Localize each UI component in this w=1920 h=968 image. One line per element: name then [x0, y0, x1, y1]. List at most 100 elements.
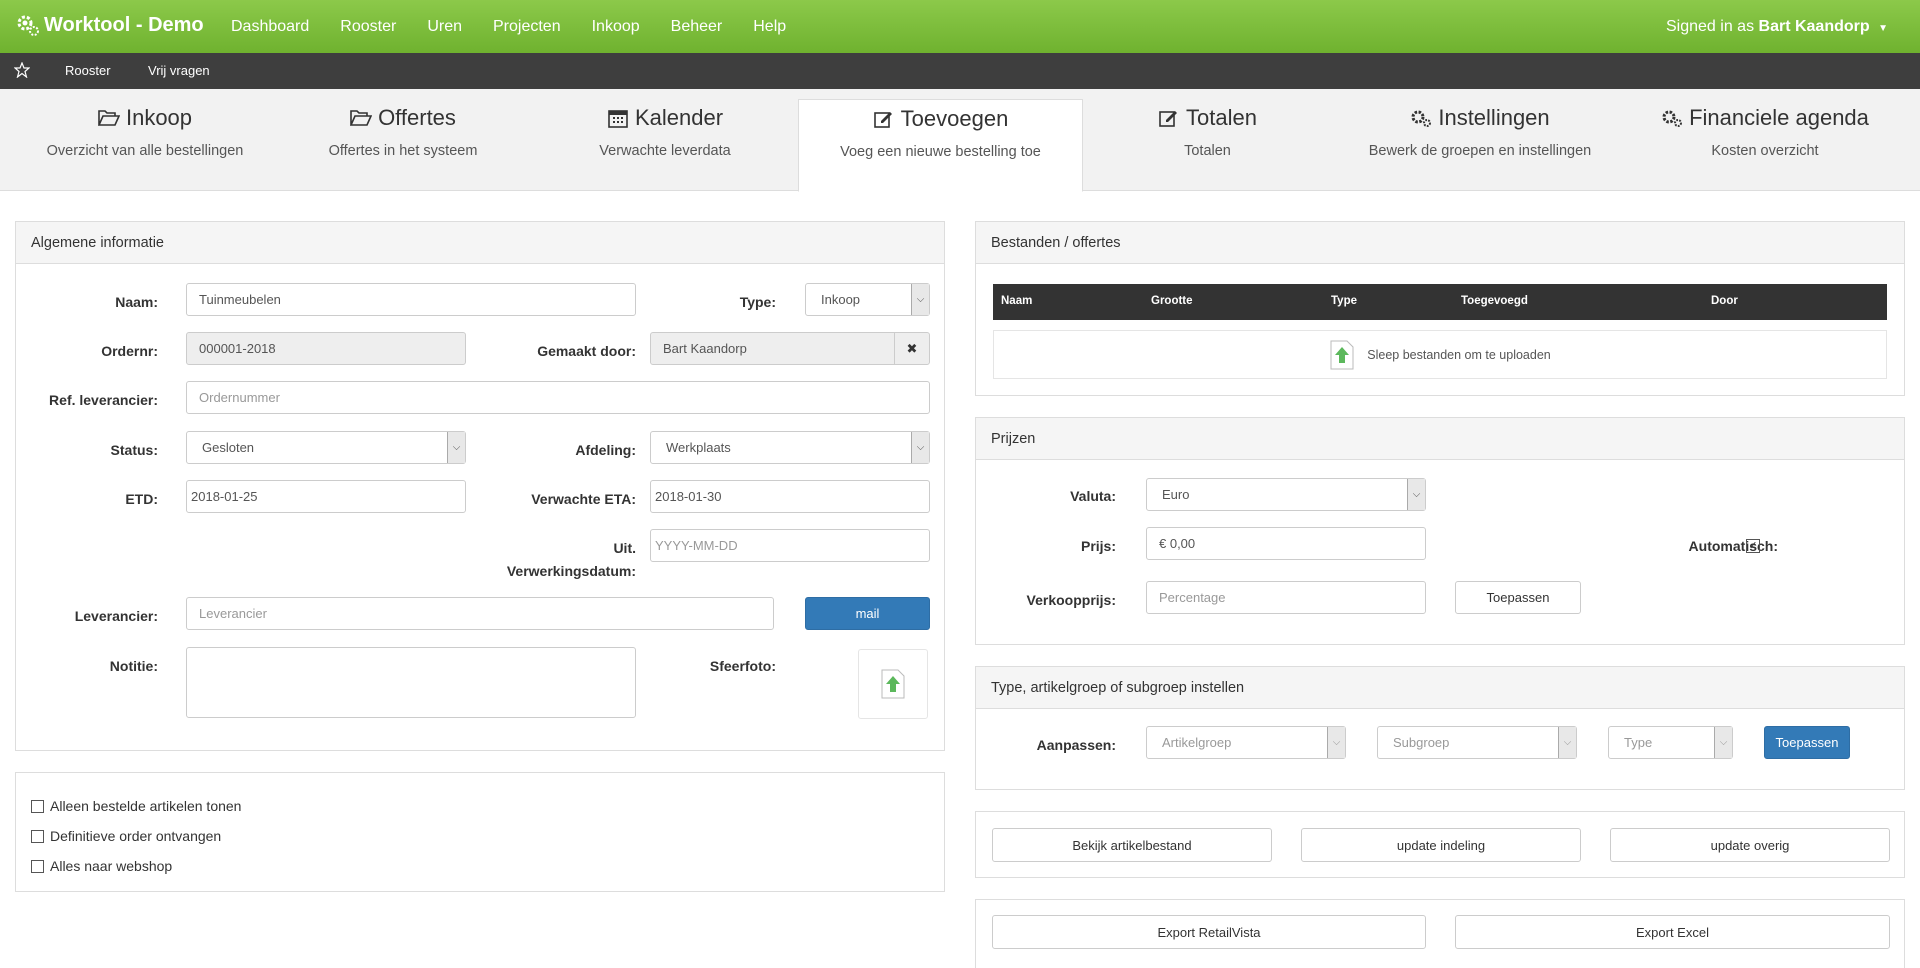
- tab-subtitle: Kosten overzicht: [1711, 143, 1819, 159]
- tab-financiele-agenda[interactable]: Financiele agenda Kosten overzicht: [1640, 99, 1890, 191]
- group-toepassen-button[interactable]: Toepassen: [1764, 726, 1850, 759]
- tab-title: Toevoegen: [900, 106, 1009, 131]
- prijs-label: Prijs:: [1080, 538, 1116, 554]
- valuta-select[interactable]: Euro ⌵: [1146, 478, 1426, 511]
- chevron-down-icon: ⌵: [911, 284, 929, 315]
- artikelgroep-select[interactable]: Artikelgroep ⌵: [1146, 726, 1346, 759]
- update-indeling-button[interactable]: update indeling: [1301, 828, 1581, 862]
- nav-inkoop[interactable]: Inkoop: [592, 0, 640, 53]
- group-panel: Type, artikelgroep of subgroep instellen…: [975, 666, 1905, 790]
- dropzone-text: Sleep bestanden om te uploaden: [1367, 347, 1551, 362]
- main-nav: Dashboard Rooster Uren Projecten Inkoop …: [231, 0, 817, 53]
- clear-icon[interactable]: ✖: [894, 332, 930, 365]
- checkbox-alles-naar-webshop[interactable]: Alles naar webshop: [31, 858, 172, 874]
- notitie-textarea[interactable]: [186, 647, 636, 718]
- files-table-header: Naam Grootte Type Toegevoegd Door: [993, 284, 1887, 320]
- checkbox-icon: [31, 859, 44, 873]
- chevron-down-icon: ⌵: [1714, 727, 1732, 758]
- afdeling-select[interactable]: Werkplaats ⌵: [650, 431, 930, 464]
- checkbox-label: Alleen bestelde artikelen tonen: [50, 798, 242, 814]
- afdeling-label: Afdeling:: [575, 442, 636, 458]
- status-value: Gesloten: [202, 440, 255, 455]
- user-name: Bart Kaandorp: [1758, 18, 1870, 35]
- prices-panel: Prijzen Valuta: Euro ⌵ Prijs: € 0,00 Auto…: [975, 417, 1905, 645]
- calendar-icon: [608, 110, 628, 128]
- ordernr-input[interactable]: 000001-2018: [186, 332, 466, 365]
- upload-icon: [1330, 340, 1354, 369]
- chevron-down-icon: ⌵: [1407, 479, 1425, 510]
- nav-help[interactable]: Help: [753, 0, 786, 53]
- checkbox-definitieve-order[interactable]: Definitieve order ontvangen: [31, 828, 221, 844]
- checkbox-alleen-bestelde[interactable]: Alleen bestelde artikelen tonen: [31, 798, 241, 814]
- gears-icon: [17, 15, 39, 36]
- sfeerfoto-upload[interactable]: [858, 649, 928, 719]
- general-info-panel: Algemene informatie Naam: Tuinmeubelen T…: [15, 221, 945, 751]
- checkbox-label: Alles naar webshop: [50, 858, 173, 874]
- folder-open-icon: [97, 110, 120, 126]
- subnav-rooster[interactable]: Rooster: [65, 63, 111, 78]
- edit-icon: [1159, 111, 1178, 127]
- tab-title: Kalender: [634, 105, 724, 130]
- sfeerfoto-label: Sfeerfoto:: [709, 658, 776, 674]
- edit-icon: [873, 112, 892, 128]
- prijzen-toepassen-button[interactable]: Toepassen: [1455, 581, 1581, 614]
- actions-panel: Bekijk artikelbestand update indeling up…: [975, 811, 1905, 878]
- naam-input[interactable]: Tuinmeubelen: [186, 283, 636, 316]
- gemaakt-door-input[interactable]: Bart Kaandorp: [650, 332, 895, 365]
- tab-subtitle: Verwachte leverdata: [599, 143, 731, 159]
- leverancier-input[interactable]: Leverancier: [186, 597, 774, 630]
- type-select[interactable]: Inkoop ⌵: [805, 283, 930, 316]
- uit-label: Uit.: [613, 540, 636, 556]
- update-overig-button[interactable]: update overig: [1610, 828, 1890, 862]
- col-naam: Naam: [1001, 295, 1033, 307]
- aanpassen-label: Aanpassen:: [1036, 737, 1116, 753]
- nav-beheer[interactable]: Beheer: [671, 0, 723, 53]
- export-retailvista-button[interactable]: Export RetailVista: [992, 915, 1426, 949]
- export-excel-button[interactable]: Export Excel: [1455, 915, 1890, 949]
- ref-leverancier-input[interactable]: Ordernummer: [186, 381, 930, 414]
- tab-toevoegen[interactable]: Toevoegen Voeg een nieuwe bestelling toe: [798, 99, 1083, 192]
- tab-subtitle: Overzicht van alle bestellingen: [46, 143, 244, 159]
- ref-leverancier-label: Ref. leverancier:: [49, 392, 158, 408]
- mail-button[interactable]: mail: [805, 597, 930, 630]
- nav-projecten[interactable]: Projecten: [493, 0, 561, 53]
- tab-subtitle: Totalen: [1184, 143, 1231, 159]
- col-toegevoegd: Toegevoegd: [1461, 295, 1528, 307]
- nav-uren[interactable]: Uren: [427, 0, 462, 53]
- prijs-input[interactable]: € 0,00: [1146, 527, 1426, 560]
- tab-inkoop[interactable]: Inkoop Overzicht van alle bestellingen: [20, 99, 270, 191]
- automatisch-checkbox[interactable]: ✓: [1746, 539, 1760, 553]
- tab-subtitle: Voeg een nieuwe bestelling toe: [840, 144, 1041, 160]
- tabs-bar: Inkoop Overzicht van alle bestellingen O…: [0, 89, 1920, 192]
- chevron-down-icon: ⌵: [911, 432, 929, 463]
- etd-input[interactable]: 2018-01-25: [186, 480, 466, 513]
- subgroep-select[interactable]: Subgroep ⌵: [1377, 726, 1577, 759]
- upload-icon: [881, 669, 905, 699]
- type-group-select[interactable]: Type ⌵: [1608, 726, 1733, 759]
- automatisch-label: Automatisch:: [1688, 538, 1778, 554]
- leverancier-label: Leverancier:: [74, 608, 158, 624]
- subnav-vrij-vragen[interactable]: Vrij vragen: [148, 63, 210, 78]
- sub-navbar: Rooster Vrij vragen: [0, 53, 1920, 89]
- verwerkingsdatum-input[interactable]: YYYY-MM-DD: [650, 529, 930, 562]
- user-menu[interactable]: Signed in as Bart Kaandorp ▼: [1666, 0, 1888, 55]
- afdeling-value: Werkplaats: [666, 440, 731, 455]
- chevron-down-icon: ⌵: [447, 432, 465, 463]
- tab-instellingen[interactable]: Instellingen Bewerk de groepen en instel…: [1340, 99, 1620, 191]
- naam-label: Naam:: [115, 294, 158, 310]
- bekijk-artikelbestand-button[interactable]: Bekijk artikelbestand: [992, 828, 1272, 862]
- type-group-value: Type: [1624, 735, 1653, 750]
- tab-kalender[interactable]: Kalender Verwachte leverdata: [540, 99, 790, 191]
- type-value: Inkoop: [821, 292, 861, 307]
- file-dropzone[interactable]: Sleep bestanden om te uploaden: [993, 330, 1887, 379]
- star-icon[interactable]: [14, 62, 30, 78]
- nav-dashboard[interactable]: Dashboard: [231, 0, 309, 53]
- tab-totalen[interactable]: Totalen Totalen: [1095, 99, 1320, 191]
- tab-offertes[interactable]: Offertes Offertes in het systeem: [278, 99, 528, 191]
- brand[interactable]: Worktool - Demo: [16, 13, 204, 37]
- nav-rooster[interactable]: Rooster: [340, 0, 396, 53]
- verkoopprijs-input[interactable]: Percentage: [1146, 581, 1426, 614]
- eta-input[interactable]: 2018-01-30: [650, 480, 930, 513]
- options-panel: Alleen bestelde artikelen tonen Definiti…: [15, 772, 945, 892]
- status-select[interactable]: Gesloten ⌵: [186, 431, 466, 464]
